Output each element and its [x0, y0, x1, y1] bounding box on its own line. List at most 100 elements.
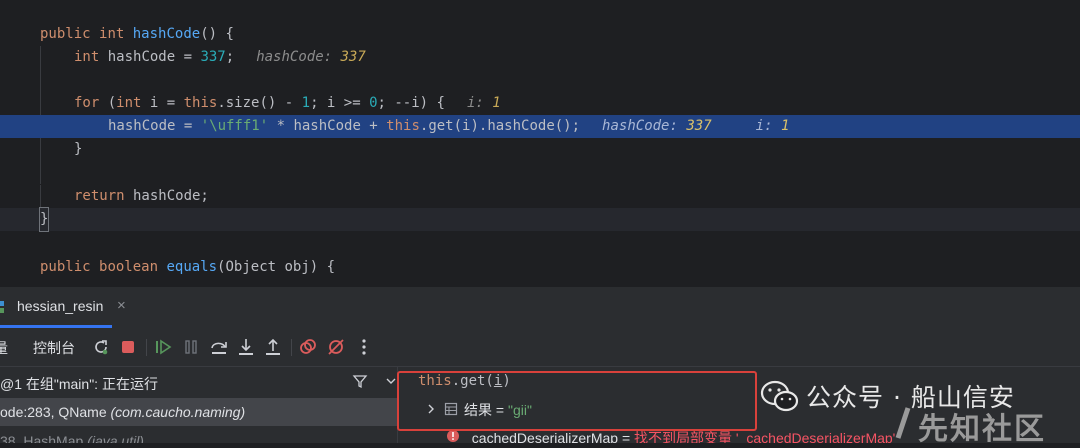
code-text: ;	[225, 49, 235, 65]
keyword: int	[74, 49, 100, 65]
line-content: int hashCode = 337; hashCode: 337	[74, 46, 366, 69]
code-line-2[interactable]: int hashCode = 337; hashCode: 337	[0, 46, 1080, 69]
step-over-button[interactable]	[208, 336, 230, 358]
step-out-icon	[266, 338, 280, 355]
frame-package: (com.caucho.naming)	[110, 404, 246, 420]
code-text: (	[99, 95, 117, 111]
code-editor[interactable]: public int hashCode() { int hashCode = 3…	[0, 0, 1080, 286]
frame-label: ode:283, QName (com.caucho.naming)	[0, 404, 245, 420]
rerun-icon	[95, 340, 108, 355]
keyword: this	[386, 118, 420, 134]
code-line-3[interactable]: for (int i = this.size() - 1; i >= 0; --…	[0, 92, 1080, 115]
hint-name: hashCode:	[256, 49, 341, 65]
matched-brace: }	[38, 207, 50, 232]
tab-threads-variables[interactable]: 量	[0, 338, 8, 358]
frame-package: (java.util)	[87, 433, 144, 443]
step-into-icon	[239, 339, 253, 355]
frames-panel: @1 在组"main": 正在运行 ode:283, QName (com.ca…	[0, 367, 398, 443]
code-line-blank[interactable]	[0, 69, 1080, 92]
pause-icon	[185, 340, 197, 354]
thread-selector[interactable]: @1 在组"main": 正在运行	[0, 367, 397, 397]
resume-button[interactable]	[152, 336, 174, 358]
step-into-button[interactable]	[235, 336, 257, 358]
view-breakpoints-button[interactable]	[297, 336, 319, 358]
resume-icon	[156, 339, 172, 355]
more-options-button[interactable]	[353, 336, 375, 358]
hint-value: 337	[340, 49, 366, 65]
step-over-icon	[211, 342, 227, 354]
inline-value-hint: i: 1	[467, 95, 501, 111]
more-icon	[362, 339, 366, 355]
frame-label: 38, HashMap (java.util)	[0, 433, 144, 443]
code-text: i =	[141, 95, 184, 111]
rerun-button[interactable]	[90, 336, 112, 358]
mute-breakpoints-button[interactable]	[325, 336, 347, 358]
code-line-1[interactable]: public int hashCode() {	[0, 23, 1080, 46]
code-text: * hashCode +	[268, 118, 387, 134]
code-text: .get(i).hashCode();	[419, 118, 581, 134]
keyword: this	[183, 95, 218, 111]
filter-icon[interactable]	[352, 373, 368, 389]
code-line-5[interactable]: }	[0, 138, 1080, 161]
code-text: () {	[200, 26, 234, 42]
variable-error-message: 找不到局部变量 '_cachedDeserializerMap'	[634, 430, 896, 443]
thread-label: @1 在组"main": 正在运行	[0, 376, 158, 392]
code-line-6[interactable]: return hashCode;	[0, 185, 1080, 208]
indent-guide	[40, 185, 41, 208]
indent-guide	[40, 161, 41, 184]
hint-value: 1	[780, 118, 790, 134]
line-content: public int hashCode() {	[40, 23, 234, 46]
method-name: equals	[166, 259, 218, 275]
number-literal: 337	[200, 49, 226, 65]
keyword: return	[74, 188, 125, 204]
annotation-highlight-box	[397, 371, 757, 431]
method-name: hashCode	[132, 26, 201, 42]
frame-method: 38, HashMap	[0, 433, 88, 443]
code-line-7[interactable]: }	[0, 207, 1080, 232]
mute-breakpoints-icon	[328, 339, 344, 355]
hint-value: 1	[492, 95, 501, 111]
line-content: for (int i = this.size() - 1; i >= 0; --…	[74, 92, 501, 115]
keyword: public	[40, 259, 91, 275]
view-breakpoints-icon	[300, 339, 316, 354]
line-content: public boolean equals(Object obj) {	[40, 256, 335, 279]
step-out-button[interactable]	[262, 336, 284, 358]
stack-frame-selected[interactable]: ode:283, QName (com.caucho.naming)	[0, 398, 397, 426]
chevron-down-icon[interactable]	[384, 374, 398, 388]
error-icon	[447, 430, 459, 442]
toolbar-separator	[291, 339, 292, 356]
closing-brace: }	[74, 141, 83, 157]
inline-value-hint: hashCode: 337	[256, 49, 366, 65]
close-icon[interactable]: ×	[117, 297, 126, 314]
inline-value-hint: i: 1	[756, 118, 790, 134]
debug-toolbar: 量 控制台	[0, 328, 1080, 367]
code-line-blank[interactable]	[0, 161, 1080, 184]
frame-method: ode:283, QName	[0, 404, 111, 420]
run-config-icon	[0, 301, 4, 313]
indent-guide	[40, 92, 41, 115]
stop-button[interactable]	[117, 336, 139, 358]
pause-button[interactable]	[180, 336, 202, 358]
hint-value: 337	[686, 118, 712, 134]
char-literal: '\ufff1'	[200, 118, 269, 134]
hint-name: i:	[755, 118, 781, 134]
hint-name: i:	[466, 95, 493, 111]
keyword: boolean	[99, 259, 159, 275]
inline-value-hint: hashCode: 337	[602, 118, 712, 134]
code-text: .size() -	[217, 95, 302, 111]
code-line-8[interactable]: public boolean equals(Object obj) {	[0, 256, 1080, 279]
keyword: for	[74, 95, 100, 111]
tab-console[interactable]: 控制台	[33, 338, 75, 358]
keyword: int	[116, 95, 142, 111]
code-text: (Object obj) {	[217, 259, 336, 275]
execution-line-highlight[interactable]: hashCode = '\ufff1' * hashCode + this.ge…	[0, 115, 1080, 138]
code-text: ; i >=	[310, 95, 370, 111]
hint-name: hashCode:	[602, 118, 687, 134]
number-literal: 0	[369, 95, 378, 111]
keyword: int	[99, 26, 125, 42]
line-content: return hashCode;	[74, 185, 209, 208]
stack-frame[interactable]: 38, HashMap (java.util)	[0, 427, 397, 443]
toolbar-separator	[146, 339, 147, 356]
stop-icon	[122, 341, 134, 353]
code-text: hashCode;	[124, 188, 209, 204]
